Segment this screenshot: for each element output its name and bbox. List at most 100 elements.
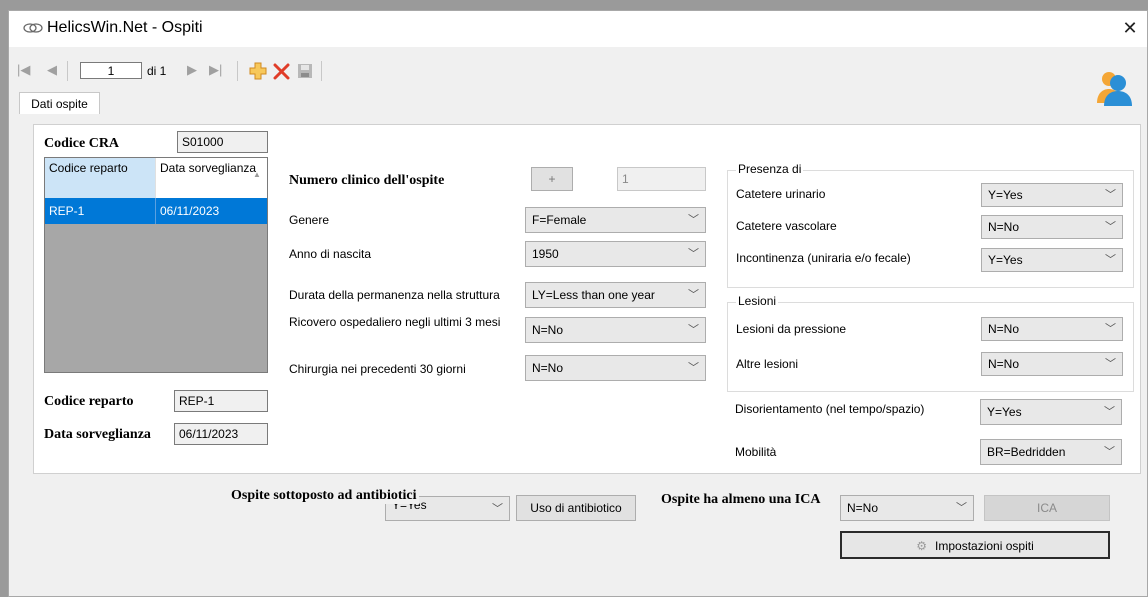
altre-lesioni-value: N=No	[988, 357, 1020, 371]
chirurgia-select[interactable]: N=No ﹀	[525, 355, 706, 381]
add-numero-button[interactable]: +	[531, 167, 573, 191]
dati-ospite-panel: Codice CRA S01000 Codice reparto Data so…	[33, 124, 1141, 474]
ricovero-value: N=No	[532, 323, 564, 337]
page-count-label: di 1	[147, 64, 167, 78]
durata-permanenza-select[interactable]: LY=Less than one year ﹀	[525, 282, 706, 308]
grid-header: Codice reparto Data sorveglianza ▲	[45, 158, 267, 198]
incontinenza-label: Incontinenza (uniraria e/o fecale)	[736, 251, 911, 265]
catetere-urinario-select[interactable]: Y=Yes ﹀	[981, 183, 1123, 207]
separator	[321, 61, 322, 81]
lesioni-group-title: Lesioni	[736, 294, 779, 308]
chevron-down-icon: ﹀	[688, 214, 699, 226]
disorientamento-label: Disorientamento (nel tempo/spazio)	[735, 402, 925, 416]
codice-reparto-field: REP-1	[174, 390, 268, 412]
first-record-icon[interactable]: |◀	[17, 62, 30, 78]
catetere-vascolare-select[interactable]: N=No ﹀	[981, 215, 1123, 239]
close-icon[interactable]: ✕	[1119, 17, 1141, 39]
tab-dati-ospite[interactable]: Dati ospite	[19, 92, 100, 114]
reparti-grid[interactable]: Codice reparto Data sorveglianza ▲ REP-1…	[44, 157, 268, 373]
catetere-vascolare-label: Catetere vascolare	[736, 219, 837, 233]
page-number-input[interactable]: 1	[80, 62, 142, 79]
ica-value: N=No	[847, 501, 879, 515]
lesioni-pressione-label: Lesioni da pressione	[736, 322, 847, 336]
disorientamento-value: Y=Yes	[987, 405, 1022, 419]
grid-header-data-sorveglianza[interactable]: Data sorveglianza	[155, 158, 267, 198]
chevron-down-icon: ﹀	[688, 248, 699, 260]
disorientamento-select[interactable]: Y=Yes ﹀	[980, 399, 1122, 425]
catetere-urinario-value: Y=Yes	[988, 188, 1023, 202]
sort-arrow-icon: ▲	[253, 170, 261, 179]
altre-lesioni-select[interactable]: N=No ﹀	[981, 352, 1123, 376]
uso-antibiotico-button[interactable]: Uso di antibiotico	[516, 495, 636, 521]
window-title: HelicsWin.Net - Ospiti	[47, 19, 203, 36]
grid-header-codice-reparto[interactable]: Codice reparto	[45, 158, 155, 198]
prev-record-icon[interactable]: ◀	[47, 62, 57, 78]
durata-permanenza-label: Durata della permanenza nella struttura	[289, 288, 500, 302]
add-icon[interactable]	[249, 62, 267, 80]
anno-nascita-label: Anno di nascita	[289, 247, 372, 261]
ica-select[interactable]: N=No ﹀	[840, 495, 974, 521]
chevron-down-icon: ﹀	[688, 289, 699, 301]
next-record-icon[interactable]: ▶	[187, 62, 197, 78]
catetere-vascolare-value: N=No	[988, 220, 1020, 234]
save-icon[interactable]	[297, 63, 313, 79]
numero-clinico-field: 1	[617, 167, 706, 191]
gear-icon: ⚙	[916, 539, 928, 553]
data-sorveglianza-label: Data sorveglianza	[44, 427, 151, 442]
incontinenza-select[interactable]: Y=Yes ﹀	[981, 248, 1123, 272]
data-sorveglianza-field: 06/11/2023	[174, 423, 268, 445]
genere-value: F=Female	[532, 213, 587, 227]
impostazioni-ospiti-button[interactable]: ⚙ Impostazioni ospiti	[840, 531, 1110, 559]
mobilita-select[interactable]: BR=Bedridden ﹀	[980, 439, 1122, 465]
chevron-down-icon: ﹀	[1105, 189, 1116, 201]
last-record-icon[interactable]: ▶|	[209, 62, 222, 78]
user-icon	[1097, 72, 1132, 106]
grid-cell-data-sorveglianza[interactable]: 06/11/2023	[155, 198, 267, 224]
antibiotici-label: Ospite sottoposto ad antibiotici	[231, 488, 419, 504]
lesioni-pressione-value: N=No	[988, 322, 1020, 336]
chevron-down-icon: ﹀	[1105, 323, 1116, 335]
separator	[67, 61, 68, 81]
chevron-down-icon: ﹀	[1105, 221, 1116, 233]
genere-label: Genere	[289, 213, 330, 227]
delete-icon[interactable]	[273, 63, 290, 80]
mobilita-value: BR=Bedridden	[987, 445, 1066, 459]
ricovero-label: Ricovero ospedaliero negli ultimi 3 mesi	[289, 315, 501, 329]
title-bar: HelicsWin.Net - Ospiti ✕	[9, 11, 1147, 47]
main-window: HelicsWin.Net - Ospiti ✕ |◀ ◀ 1 di 1 ▶ ▶…	[8, 10, 1148, 597]
chirurgia-value: N=No	[532, 361, 564, 375]
codice-reparto-label: Codice reparto	[44, 394, 134, 409]
altre-lesioni-label: Altre lesioni	[736, 357, 799, 371]
lesioni-group: Lesioni Lesioni da pressione N=No ﹀ Altre…	[727, 294, 1134, 392]
app-icon	[23, 23, 43, 33]
chevron-down-icon: ﹀	[956, 502, 967, 514]
ica-label: Ospite ha almeno una ICA	[661, 492, 821, 507]
numero-clinico-label: Numero clinico dell'ospite	[289, 173, 445, 188]
chevron-down-icon: ﹀	[688, 362, 699, 374]
chevron-down-icon: ﹀	[1104, 406, 1115, 418]
lesioni-pressione-select[interactable]: N=No ﹀	[981, 317, 1123, 341]
codice-cra-label: Codice CRA	[44, 136, 120, 151]
genere-select[interactable]: F=Female ﹀	[525, 207, 706, 233]
impostazioni-ospiti-label: Impostazioni ospiti	[935, 539, 1034, 553]
anno-nascita-select[interactable]: 1950 ﹀	[525, 241, 706, 267]
chevron-down-icon: ﹀	[1104, 446, 1115, 458]
mobilita-label: Mobilità	[735, 445, 777, 459]
ica-button[interactable]: ICA	[984, 495, 1110, 521]
durata-permanenza-value: LY=Less than one year	[532, 288, 655, 302]
anno-nascita-value: 1950	[532, 247, 559, 261]
chevron-down-icon: ﹀	[1105, 358, 1116, 370]
codice-cra-field: S01000	[177, 131, 268, 153]
presenza-group: Presenza di Catetere urinario Y=Yes ﹀ Cat…	[727, 162, 1134, 288]
table-row[interactable]: REP-1 06/11/2023	[45, 198, 267, 224]
presenza-group-title: Presenza di	[736, 162, 804, 176]
separator	[237, 61, 238, 81]
chevron-down-icon: ﹀	[1105, 254, 1116, 266]
ricovero-select[interactable]: N=No ﹀	[525, 317, 706, 343]
chevron-down-icon: ﹀	[492, 503, 503, 515]
incontinenza-value: Y=Yes	[988, 253, 1023, 267]
chevron-down-icon: ﹀	[688, 324, 699, 336]
grid-cell-codice-reparto[interactable]: REP-1	[45, 198, 155, 224]
chirurgia-label: Chirurgia nei precedenti 30 giorni	[289, 362, 466, 376]
catetere-urinario-label: Catetere urinario	[736, 187, 826, 201]
